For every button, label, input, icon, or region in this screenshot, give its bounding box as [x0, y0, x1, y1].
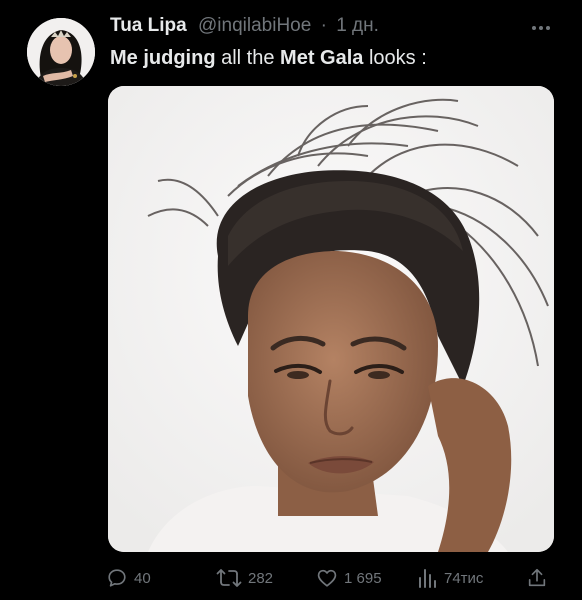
more-dots-icon[interactable] [526, 18, 556, 38]
reply-icon [108, 569, 126, 587]
heart-icon [317, 569, 337, 587]
tweet-text: Me judging all the Met Gala looks : [110, 44, 560, 72]
retweet-button[interactable]: 282 [216, 562, 273, 594]
tweet-text-bold-2: Met Gala [280, 47, 364, 69]
tweet-header: Tua Lipa @inqilabiHoe · 1 дн. [110, 14, 530, 38]
like-button[interactable]: 1 695 [316, 562, 382, 594]
tweet-actions: 40 282 1 695 74тис [0, 562, 582, 594]
header-separator: · [320, 15, 327, 36]
avatar-image [27, 18, 95, 86]
views-button[interactable]: 74тис [416, 562, 483, 594]
views-count: 74тис [444, 569, 484, 587]
reply-button[interactable]: 40 [106, 562, 151, 594]
tweet-text-bold-1: Me judging [110, 47, 216, 69]
share-button[interactable] [526, 562, 554, 594]
like-count: 1 695 [344, 569, 382, 587]
retweet-count: 282 [248, 569, 274, 587]
views-chart-icon [419, 569, 436, 588]
tweet-media-photo[interactable] [108, 86, 554, 552]
share-icon [528, 568, 546, 587]
tweet-text-plain-2: looks : [363, 47, 427, 69]
reply-count: 40 [134, 569, 151, 587]
tweet-timestamp[interactable]: 1 дн. [336, 15, 379, 36]
author-name[interactable]: Tua Lipa [110, 15, 187, 36]
avatar[interactable] [27, 18, 95, 86]
tweet-text-plain-1: all the [215, 47, 281, 69]
author-handle[interactable]: @inqilabiHoe [198, 15, 311, 36]
tweet: Tua Lipa @inqilabiHoe · 1 дн. Me judging… [0, 0, 582, 600]
retweet-icon [216, 569, 242, 587]
